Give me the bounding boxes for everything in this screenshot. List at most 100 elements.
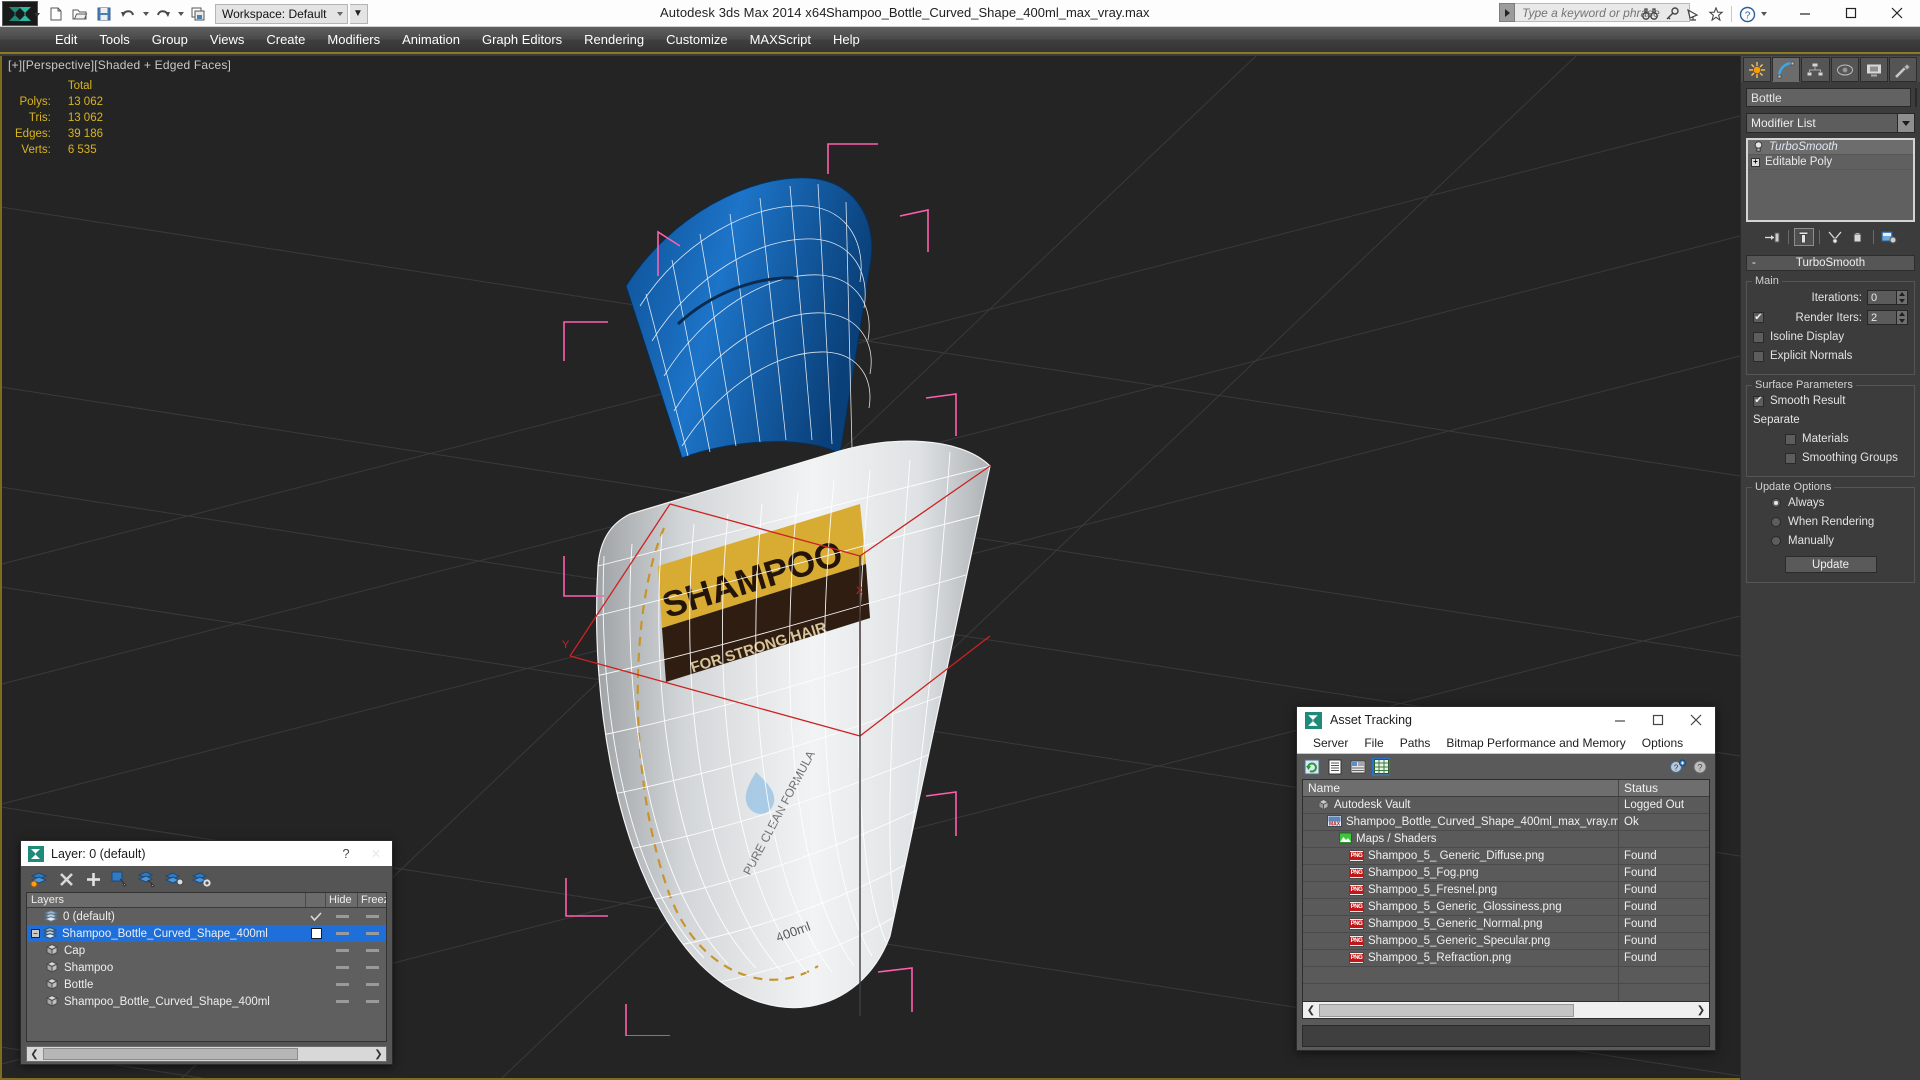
menu-item-help[interactable]: Help (822, 29, 871, 50)
asset-menu-options[interactable]: Options (1634, 735, 1691, 751)
configure-sets-icon[interactable] (1879, 228, 1899, 246)
asset-maximize-button[interactable] (1639, 708, 1677, 733)
turbosmooth-rollout-header[interactable]: - TurboSmooth (1746, 255, 1915, 271)
maximize-button[interactable] (1828, 0, 1874, 26)
asset-row-empty[interactable] (1303, 984, 1709, 1001)
scrollbar-thumb[interactable] (1319, 1003, 1574, 1017)
smooth-result-checkbox[interactable] (1753, 395, 1764, 407)
modify-tab[interactable] (1772, 57, 1801, 82)
list-view-icon[interactable] (1326, 758, 1344, 776)
select-highlighted-icon[interactable] (137, 869, 158, 890)
explicit-normals-row[interactable]: Explicit Normals (1753, 348, 1908, 364)
iterations-spin-buttons[interactable] (1897, 290, 1908, 305)
create-tab[interactable] (1743, 57, 1772, 82)
menu-item-tools[interactable]: Tools (88, 29, 140, 50)
layer-properties-icon[interactable] (191, 869, 212, 890)
render-iters-spin-buttons[interactable] (1897, 310, 1908, 325)
scroll-right-arrow-icon[interactable]: ❯ (371, 1047, 386, 1061)
viewport-label[interactable]: [+][Perspective][Shaded + Edged Faces] (8, 58, 231, 72)
menu-item-views[interactable]: Views (199, 29, 255, 50)
materials-checkbox[interactable] (1785, 433, 1796, 445)
update-always-radio[interactable] (1771, 498, 1781, 508)
app-logo-caret-icon[interactable] (34, 13, 40, 17)
help-icon[interactable]: ? (1691, 758, 1709, 776)
grid-view-icon[interactable] (1372, 757, 1390, 776)
asset-row[interactable]: PNG Shampoo_5_Fog.png Found (1303, 865, 1709, 882)
close-button[interactable] (1874, 0, 1920, 26)
layer-dialog[interactable]: Layer: 0 (default) ? ✕ Layers Hide Free … (20, 840, 393, 1065)
scrollbar-thumb[interactable] (43, 1048, 298, 1060)
asset-menu-paths[interactable]: Paths (1392, 735, 1439, 751)
shampoo-bottle-model[interactable]: SHAMPOO FOR STRONG HAIR PURE CLEAN FORMU… (560, 136, 1120, 1037)
render-iters-checkbox[interactable] (1753, 312, 1764, 323)
asset-row[interactable]: MAX Shampoo_Bottle_Curved_Shape_400ml_ma… (1303, 814, 1709, 831)
materials-row[interactable]: Materials (1753, 431, 1908, 447)
menu-item-modifiers[interactable]: Modifiers (316, 29, 391, 50)
show-end-result-icon[interactable] (1793, 228, 1814, 246)
update-button[interactable]: Update (1784, 556, 1877, 573)
pin-stack-icon[interactable] (1763, 228, 1783, 246)
menu-item-animation[interactable]: Animation (391, 29, 471, 50)
smoothing-groups-checkbox[interactable] (1785, 452, 1796, 464)
isoline-display-checkbox[interactable] (1753, 331, 1764, 343)
workspace-dropdown-button[interactable]: ▼ (349, 3, 368, 24)
create-new-layer-icon[interactable] (29, 869, 50, 890)
layer-row-cap[interactable]: Cap (27, 942, 386, 959)
workspace-selector[interactable]: Workspace: Default (215, 3, 348, 24)
layer-row-shampoo-bottle[interactable]: − Shampoo_Bottle_Curved_Shape_400ml (27, 925, 386, 942)
layer-freeze-toggle[interactable] (358, 932, 386, 935)
asset-row[interactable]: Autodesk Vault Logged Out (1303, 797, 1709, 814)
expand-plus-icon[interactable]: + (1751, 157, 1760, 167)
asset-minimize-button[interactable] (1601, 708, 1639, 733)
open-icon[interactable] (69, 3, 91, 25)
star-icon[interactable] (1705, 4, 1726, 25)
isoline-display-row[interactable]: Isoline Display (1753, 329, 1908, 345)
highlight-selected-icon[interactable] (164, 869, 185, 890)
layer-freeze-toggle[interactable] (358, 983, 386, 986)
details-view-icon[interactable] (1349, 758, 1367, 776)
scroll-left-arrow-icon[interactable]: ❮ (1303, 1003, 1319, 1018)
menu-item-customize[interactable]: Customize (655, 29, 738, 50)
update-always-row[interactable]: Always (1753, 495, 1908, 511)
asset-row-empty[interactable] (1303, 967, 1709, 984)
binoculars-icon[interactable] (1639, 4, 1660, 25)
layer-dialog-help-button[interactable]: ? (332, 842, 360, 866)
motion-tab[interactable] (1830, 57, 1859, 82)
asset-column-status[interactable]: Status (1619, 780, 1709, 796)
layer-column-hide[interactable]: Hide (326, 893, 358, 907)
layer-column-layers[interactable]: Layers (27, 893, 306, 907)
layer-freeze-toggle[interactable] (358, 966, 386, 969)
update-manually-radio[interactable] (1771, 536, 1781, 546)
make-unique-icon[interactable] (1825, 228, 1845, 246)
asset-menu-server[interactable]: Server (1305, 735, 1356, 751)
object-color-swatch[interactable] (1915, 88, 1917, 107)
render-iters-input[interactable] (1867, 310, 1897, 325)
collapse-minus-icon[interactable]: − (31, 929, 40, 938)
layer-row-shampoo-bottle-object[interactable]: Shampoo_Bottle_Curved_Shape_400ml (27, 993, 386, 1010)
layer-row-default[interactable]: 0 (default) (27, 908, 386, 925)
layer-current-marker[interactable] (306, 911, 326, 922)
scroll-right-arrow-icon[interactable]: ❯ (1693, 1003, 1709, 1018)
asset-row[interactable]: PNG Shampoo_5_Generic_Normal.png Found (1303, 916, 1709, 933)
delete-layer-icon[interactable] (56, 869, 77, 890)
update-manually-row[interactable]: Manually (1753, 533, 1908, 549)
menu-item-graph-editors[interactable]: Graph Editors (471, 29, 573, 50)
asset-menu-file[interactable]: File (1356, 735, 1391, 751)
layer-hide-toggle[interactable] (326, 932, 358, 935)
menu-item-edit[interactable]: Edit (44, 29, 88, 50)
menu-item-rendering[interactable]: Rendering (573, 29, 655, 50)
iterations-input[interactable] (1867, 290, 1897, 305)
update-when-rendering-radio[interactable] (1771, 517, 1781, 527)
layer-row-shampoo[interactable]: Shampoo (27, 959, 386, 976)
asset-tracking-grid[interactable]: Name Status Autodesk Vault Logged Out MA… (1302, 779, 1710, 1002)
save-icon[interactable] (93, 3, 115, 25)
iterations-spinner[interactable] (1867, 290, 1908, 305)
menu-item-maxscript[interactable]: MAXScript (739, 29, 822, 50)
stack-item-turbosmooth[interactable]: TurboSmooth (1748, 140, 1913, 155)
undo-icon[interactable] (117, 3, 139, 25)
asset-row[interactable]: PNG Shampoo_5_Fresnel.png Found (1303, 882, 1709, 899)
asset-row[interactable]: PNG Shampoo_5_Refraction.png Found (1303, 950, 1709, 967)
help-icon[interactable]: ? (1737, 4, 1758, 25)
layer-freeze-toggle[interactable] (358, 949, 386, 952)
layer-current-marker[interactable] (306, 928, 326, 939)
